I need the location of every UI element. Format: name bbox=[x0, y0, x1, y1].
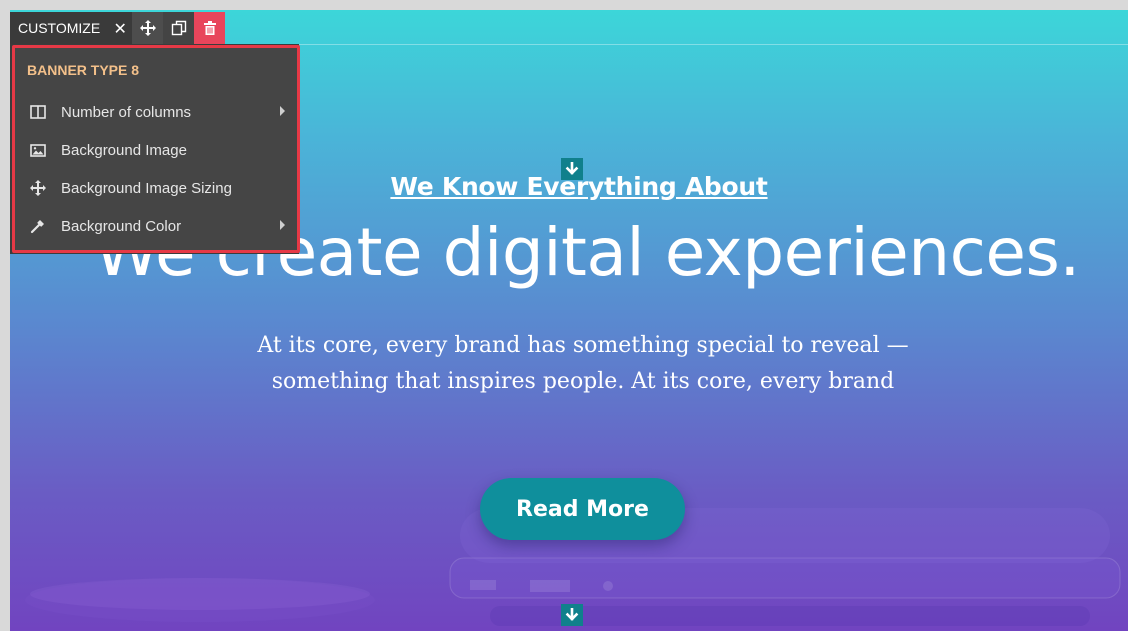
arrow-down-icon bbox=[565, 608, 579, 621]
customize-toolbar: CUSTOMIZE ✕ bbox=[10, 12, 226, 44]
mouse-decoration bbox=[25, 578, 375, 622]
menu-item-label: Number of columns bbox=[61, 103, 192, 121]
customize-label[interactable]: CUSTOMIZE bbox=[10, 12, 109, 44]
drop-handle-bottom[interactable] bbox=[561, 604, 583, 626]
close-icon: ✕ bbox=[113, 18, 127, 38]
menu-item-background-color[interactable]: Background Color bbox=[15, 211, 297, 241]
close-button[interactable]: ✕ bbox=[108, 12, 133, 44]
columns-icon bbox=[27, 103, 49, 121]
banner-settings-menu: BANNER TYPE 8 Number of columns Backgrou… bbox=[12, 45, 300, 253]
menu-item-label: Background Image Sizing bbox=[61, 179, 232, 197]
read-more-button[interactable]: Read More bbox=[480, 478, 685, 540]
menu-item-number-of-columns[interactable]: Number of columns bbox=[15, 97, 297, 127]
image-icon bbox=[27, 141, 49, 159]
menu-item-label: Background Image bbox=[61, 141, 187, 159]
menu-item-background-image-sizing[interactable]: Background Image Sizing bbox=[15, 173, 297, 203]
arrow-down-icon bbox=[565, 162, 579, 175]
menu-title: BANNER TYPE 8 bbox=[27, 62, 140, 78]
chevron-right-icon bbox=[280, 106, 285, 116]
move-icon bbox=[27, 179, 49, 197]
menu-item-background-image[interactable]: Background Image bbox=[15, 135, 297, 165]
duplicate-button[interactable] bbox=[163, 12, 195, 44]
copy-icon bbox=[171, 20, 186, 36]
eyedropper-icon bbox=[27, 217, 49, 235]
move-icon bbox=[139, 20, 156, 36]
drop-handle-top[interactable] bbox=[561, 158, 583, 180]
trash-icon bbox=[203, 21, 216, 35]
page-frame: We Know Everything About We create digit… bbox=[0, 0, 1128, 631]
move-button[interactable] bbox=[132, 12, 164, 44]
banner-body-text[interactable]: At its core, every brand has something s… bbox=[250, 328, 916, 400]
menu-item-label: Background Color bbox=[61, 217, 182, 235]
delete-button[interactable] bbox=[194, 12, 226, 44]
chevron-right-icon bbox=[280, 220, 285, 230]
